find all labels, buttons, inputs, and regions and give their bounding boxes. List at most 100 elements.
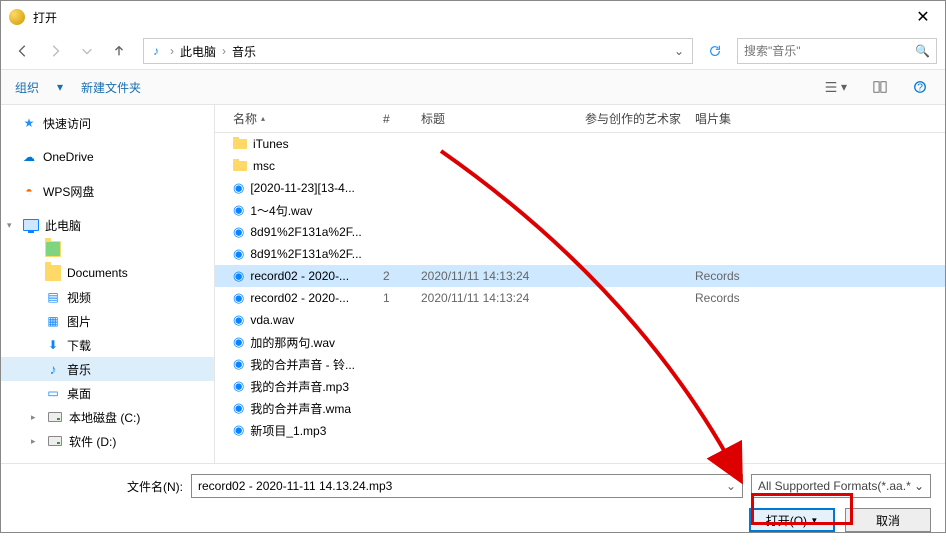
file-row[interactable]: 我的合并声音 - 铃...: [215, 353, 945, 375]
sidebar-wps[interactable]: WPS网盘: [1, 179, 214, 203]
sidebar-drive-c[interactable]: ▸本地磁盘 (C:): [1, 405, 214, 429]
sidebar-downloads[interactable]: 下载: [1, 333, 214, 357]
file-row[interactable]: msc: [215, 155, 945, 177]
chevron-right-icon: ›: [168, 44, 176, 58]
file-row[interactable]: 1～4句.wav: [215, 199, 945, 221]
file-row[interactable]: 8d91%2F131a%2F...: [215, 221, 945, 243]
audio-icon: [233, 400, 244, 416]
file-row[interactable]: 新项目_1.mp3: [215, 419, 945, 441]
filename-input[interactable]: [198, 479, 726, 493]
desktop-icon: [45, 385, 61, 401]
column-headers: 名称▴ # 标题 参与创作的艺术家 唱片集: [215, 105, 945, 133]
forward-button[interactable]: [41, 37, 69, 65]
sidebar-onedrive[interactable]: OneDrive: [1, 145, 214, 169]
titlebar: 打开 ✕: [1, 1, 945, 33]
sidebar-3dobjects[interactable]: [1, 237, 214, 261]
column-title[interactable]: 标题: [415, 110, 579, 127]
file-name: 加的那两句.wav: [250, 334, 335, 351]
chevron-down-icon[interactable]: ▾: [7, 220, 17, 231]
cloud-icon: [21, 149, 37, 165]
sidebar-documents[interactable]: Documents: [1, 261, 214, 285]
sidebar-item-label: 桌面: [67, 385, 91, 402]
filename-dropdown-icon[interactable]: ⌄: [726, 479, 736, 493]
audio-icon: [233, 422, 244, 438]
pc-icon: [23, 219, 39, 231]
file-name: 我的合并声音 - 铃...: [250, 356, 355, 373]
file-title: 2020/11/11 14:13:24: [415, 291, 579, 305]
sidebar-item-label: Documents: [67, 266, 128, 280]
folder-icon: [45, 265, 61, 281]
file-row[interactable]: iTunes: [215, 133, 945, 155]
open-button[interactable]: 打开(O) ▼: [749, 508, 835, 532]
address-dropdown[interactable]: ⌄: [670, 44, 688, 58]
sidebar-video[interactable]: 视频: [1, 285, 214, 309]
organize-menu[interactable]: 组织: [15, 79, 39, 96]
file-name: 8d91%2F131a%2F...: [250, 247, 361, 261]
file-row[interactable]: 我的合并声音.wma: [215, 397, 945, 419]
search-box[interactable]: 🔍: [737, 38, 937, 64]
sidebar-item-label: OneDrive: [43, 150, 94, 164]
app-icon: [9, 9, 25, 25]
folder-icon: [233, 139, 247, 149]
file-row[interactable]: [2020-11-23][13-4...: [215, 177, 945, 199]
folder-icon: [45, 241, 61, 257]
sidebar-music[interactable]: 音乐: [1, 357, 214, 381]
column-name[interactable]: 名称▴: [227, 110, 377, 127]
toolbar: 组织 ▾ 新建文件夹 ▾ ?: [1, 69, 945, 105]
sidebar-item-label: 此电脑: [45, 217, 81, 234]
file-row[interactable]: 我的合并声音.mp3: [215, 375, 945, 397]
sidebar-thispc[interactable]: ▾ 此电脑: [1, 213, 214, 237]
close-button[interactable]: ✕: [901, 1, 945, 33]
file-name: [2020-11-23][13-4...: [250, 181, 355, 195]
column-album[interactable]: 唱片集: [689, 110, 809, 127]
newfolder-button[interactable]: 新建文件夹: [81, 79, 141, 96]
wps-icon: [21, 183, 37, 199]
drive-icon: [48, 436, 62, 446]
file-row[interactable]: vda.wav: [215, 309, 945, 331]
address-bar[interactable]: ♪ › 此电脑 › 音乐 ⌄: [143, 38, 693, 64]
folder-icon: [233, 161, 247, 171]
file-name: record02 - 2020-...: [250, 291, 349, 305]
audio-icon: [233, 290, 244, 306]
up-button[interactable]: [105, 37, 133, 65]
filter-dropdown-icon: ⌄: [914, 479, 924, 493]
chevron-right-icon[interactable]: ▸: [31, 412, 41, 423]
file-row[interactable]: record02 - 2020-...22020/11/11 14:13:24R…: [215, 265, 945, 287]
filter-label: All Supported Formats(*.aa.*: [758, 479, 911, 493]
footer: 文件名(N): ⌄ All Supported Formats(*.aa.* ⌄…: [1, 463, 945, 546]
file-num: 1: [377, 291, 415, 305]
sidebar-quick-access[interactable]: 快速访问: [1, 111, 214, 135]
chevron-right-icon[interactable]: ▸: [31, 436, 41, 447]
view-details-button[interactable]: ▾: [820, 78, 851, 96]
search-input[interactable]: [744, 44, 915, 58]
star-icon: [21, 115, 37, 131]
recent-dropdown[interactable]: [73, 37, 101, 65]
audio-icon: [233, 312, 244, 328]
file-name: 我的合并声音.mp3: [250, 378, 349, 395]
column-artist[interactable]: 参与创作的艺术家: [579, 110, 689, 127]
sort-arrow-icon: ▴: [261, 114, 265, 123]
organize-dropdown-icon[interactable]: ▾: [57, 80, 63, 94]
file-album: Records: [689, 269, 809, 283]
sidebar-item-label: WPS网盘: [43, 183, 94, 200]
sidebar-pictures[interactable]: 图片: [1, 309, 214, 333]
filename-combo[interactable]: ⌄: [191, 474, 743, 498]
video-icon: [45, 289, 61, 305]
file-row[interactable]: 加的那两句.wav: [215, 331, 945, 353]
sidebar-desktop[interactable]: 桌面: [1, 381, 214, 405]
help-button[interactable]: ?: [909, 78, 931, 96]
view-preview-button[interactable]: [869, 78, 891, 96]
column-number[interactable]: #: [377, 112, 415, 126]
filetype-filter[interactable]: All Supported Formats(*.aa.* ⌄: [751, 474, 931, 498]
audio-icon: [233, 268, 244, 284]
back-button[interactable]: [9, 37, 37, 65]
crumb-thispc[interactable]: 此电脑: [176, 43, 220, 60]
file-row[interactable]: record02 - 2020-...12020/11/11 14:13:24R…: [215, 287, 945, 309]
file-row[interactable]: 8d91%2F131a%2F...: [215, 243, 945, 265]
crumb-music[interactable]: 音乐: [228, 43, 260, 60]
file-name: 新项目_1.mp3: [250, 422, 326, 439]
sidebar-drive-d[interactable]: ▸软件 (D:): [1, 429, 214, 453]
cancel-button[interactable]: 取消: [845, 508, 931, 532]
navbar: ♪ › 此电脑 › 音乐 ⌄ 🔍: [1, 33, 945, 69]
refresh-button[interactable]: [703, 39, 727, 63]
